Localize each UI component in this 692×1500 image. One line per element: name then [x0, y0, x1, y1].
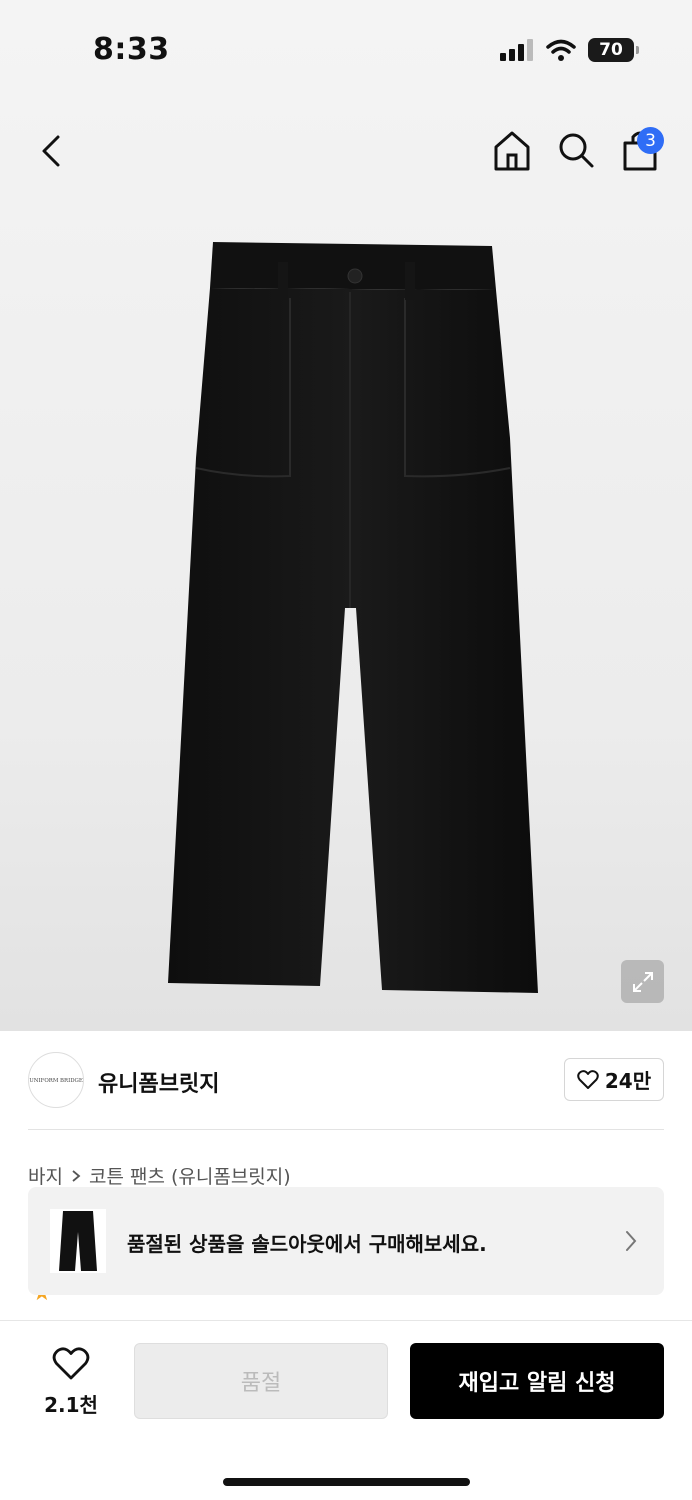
signal-icon	[500, 39, 533, 61]
chevron-right-icon	[626, 1231, 637, 1251]
soldout-banner-text: 품절된 상품을 솔드아웃에서 구매해보세요.	[127, 1232, 487, 1256]
expand-image-button[interactable]	[621, 960, 664, 1003]
status-icons: 70	[500, 38, 639, 62]
brand-row[interactable]: UNIFORM BRIDGE 유니폼브릿지 24만	[28, 1052, 664, 1110]
expand-icon	[632, 971, 653, 992]
soldout-banner[interactable]: 품절된 상품을 솔드아웃에서 구매해보세요.	[28, 1187, 664, 1295]
divider	[28, 1129, 664, 1130]
brand-logo-text: UNIFORM BRIDGE	[29, 1078, 83, 1084]
heart-icon	[577, 1069, 599, 1089]
chevron-right-icon	[72, 1169, 81, 1182]
product-photo	[168, 242, 538, 993]
wish-button[interactable]: 2.1천	[40, 1347, 102, 1418]
pants-thumbnail-icon	[59, 1211, 97, 1271]
brand-logo-mark: UNIFORM BRIDGE	[29, 1078, 83, 1084]
wish-count: 2.1천	[44, 1393, 98, 1417]
breadcrumb-category[interactable]: 바지	[28, 1162, 63, 1189]
battery-indicator: 70	[588, 38, 639, 62]
breadcrumb-product: 코튼 팬츠 (유니폼브릿지)	[88, 1166, 291, 1188]
brand-logo[interactable]: UNIFORM BRIDGE	[28, 1052, 84, 1108]
restock-alert-button[interactable]: 재입고 알림 신청	[410, 1343, 664, 1419]
status-bar: 8:33 70	[0, 0, 692, 100]
wifi-icon	[546, 39, 576, 61]
brand-like-button[interactable]: 24만	[564, 1058, 664, 1101]
soldout-button: 품절	[134, 1343, 388, 1419]
back-icon[interactable]	[36, 125, 66, 177]
home-indicator	[223, 1478, 470, 1486]
breadcrumb: 바지 코튼 팬츠 (유니폼브릿지)	[28, 1162, 291, 1189]
search-icon[interactable]	[556, 125, 596, 177]
home-icon[interactable]	[492, 125, 532, 177]
brand-name[interactable]: 유니폼브릿지	[98, 1066, 219, 1098]
brand-like-count: 24만	[604, 1069, 652, 1093]
top-nav	[0, 125, 692, 177]
status-time: 8:33	[93, 32, 170, 67]
bottom-action-bar: 2.1천 품절 재입고 알림 신청	[0, 1320, 692, 1500]
cart-count-badge: 3	[637, 127, 664, 154]
heart-icon	[52, 1347, 90, 1380]
soldout-thumbnail	[50, 1209, 106, 1273]
